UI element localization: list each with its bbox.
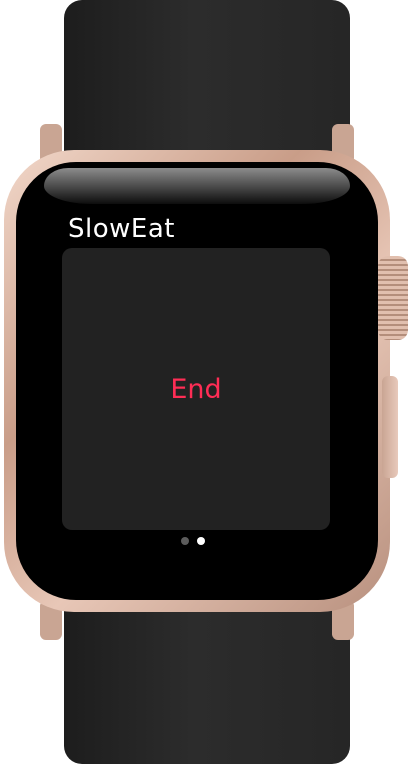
app-title: SlowEat (68, 214, 175, 244)
page-indicator (181, 535, 211, 547)
digital-crown[interactable] (378, 256, 408, 340)
side-button[interactable] (382, 376, 398, 478)
page-dot-1 (181, 537, 189, 545)
page-dot-2-active (197, 537, 205, 545)
watch-band-bottom (64, 590, 350, 764)
end-button[interactable]: End (62, 248, 330, 530)
screen-glare (44, 168, 350, 204)
